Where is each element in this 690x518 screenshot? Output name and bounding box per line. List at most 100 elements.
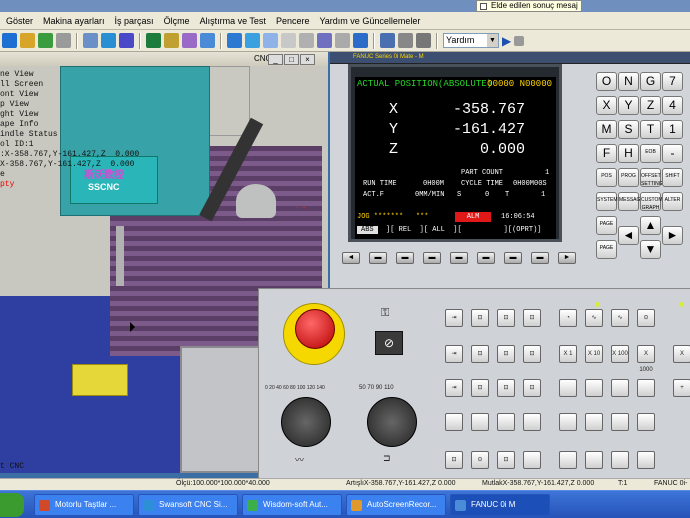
key-n[interactable]: N [618, 72, 639, 91]
mirror-icon[interactable] [281, 33, 296, 48]
key-prog[interactable]: PROG [618, 168, 639, 187]
step-x100-button[interactable]: X 100 [611, 345, 629, 363]
close-button[interactable]: × [300, 54, 315, 65]
play-icon[interactable]: ▶ [502, 34, 511, 48]
key-page-up[interactable]: PAGE [596, 216, 617, 235]
softkey-7-button[interactable]: ▬ [531, 252, 549, 264]
cube-icon[interactable] [227, 33, 242, 48]
plus-button[interactable]: + [673, 379, 690, 397]
maximize-button[interactable]: □ [284, 54, 299, 65]
block-skip-button[interactable]: ∿ [585, 309, 603, 327]
softkey-5-button[interactable]: ▬ [477, 252, 495, 264]
chuck-icon[interactable] [182, 33, 197, 48]
softkey-4-button[interactable]: ▬ [450, 252, 468, 264]
key-h[interactable]: H [618, 144, 639, 163]
key-system[interactable]: SYSTEM [596, 192, 618, 211]
cut-icon[interactable] [353, 33, 368, 48]
settings-icon[interactable] [398, 33, 413, 48]
iso-view-icon[interactable] [101, 33, 116, 48]
menu-is-parcasi[interactable]: İş parçası [115, 16, 154, 26]
key-shift[interactable]: SHIFT [662, 168, 683, 187]
tool-icon[interactable] [164, 33, 179, 48]
program-protect-switch[interactable]: ⊘ [375, 331, 403, 355]
help-select[interactable]: Yardım ▼ [443, 33, 499, 48]
key-m[interactable]: M [596, 120, 617, 139]
key-g[interactable]: G [640, 72, 661, 91]
blank-button[interactable] [585, 451, 603, 469]
m00-button[interactable]: ⊡ [497, 451, 515, 469]
blank-button[interactable] [445, 413, 463, 431]
key-t[interactable]: T [640, 120, 661, 139]
blank-button[interactable] [559, 451, 577, 469]
blank-button[interactable] [559, 413, 577, 431]
softkey-1-button[interactable]: ▬ [369, 252, 387, 264]
blank-button[interactable] [559, 379, 577, 397]
softkey-2-button[interactable]: ▬ [396, 252, 414, 264]
fit-icon[interactable] [56, 33, 71, 48]
tool-change-button[interactable]: ⊡ [523, 379, 541, 397]
pan-icon[interactable] [20, 33, 35, 48]
feed-override-knob[interactable] [281, 397, 331, 447]
softkey-3-button[interactable]: ▬ [423, 252, 441, 264]
blank-button[interactable] [585, 379, 603, 397]
softkey-right-button[interactable]: ► [558, 252, 576, 264]
probe-icon[interactable] [299, 33, 314, 48]
key-z[interactable]: Z [640, 96, 661, 115]
key-page-down[interactable]: PAGE [596, 240, 617, 259]
blank-button[interactable] [585, 413, 603, 431]
task-autoscreenrecorder[interactable]: AutoScreenRecor... [346, 494, 446, 516]
feed-hold-button[interactable]: ⊙ [471, 451, 489, 469]
sphere-icon[interactable] [245, 33, 260, 48]
blank-button[interactable] [523, 413, 541, 431]
key-alter[interactable]: ALTER [662, 192, 683, 211]
blank-button[interactable] [611, 379, 629, 397]
key-7[interactable]: 7 [662, 72, 683, 91]
blank-button[interactable] [637, 379, 655, 397]
blank-button[interactable] [611, 451, 629, 469]
pen-icon[interactable] [119, 33, 134, 48]
key-x[interactable]: X [596, 96, 617, 115]
blank-button[interactable] [637, 451, 655, 469]
arrow-right-icon[interactable]: ► [662, 226, 683, 245]
menu-pencere[interactable]: Pencere [276, 16, 310, 26]
spindle-override-knob[interactable] [367, 397, 417, 447]
measure-icon[interactable] [200, 33, 215, 48]
key-pos[interactable]: POS [596, 168, 617, 187]
dnc-mode-button[interactable]: ⊡ [523, 309, 541, 327]
ref-return-button[interactable]: ⇥ [445, 345, 463, 363]
arrow-left-icon[interactable]: ◄ [618, 226, 639, 245]
single-block-button[interactable]: ◔ [559, 309, 577, 327]
auto-mode-button[interactable]: ⊡ [471, 309, 489, 327]
arrow-down-icon[interactable]: ▼ [640, 240, 661, 259]
coolant-icon[interactable] [146, 33, 161, 48]
path-icon[interactable] [317, 33, 332, 48]
rotate-icon[interactable] [38, 33, 53, 48]
screen-icon[interactable] [416, 33, 431, 48]
dry-run-button[interactable]: ⊙ [637, 309, 655, 327]
mdi-mode-button[interactable]: ⊡ [497, 309, 515, 327]
blank-button[interactable] [637, 413, 655, 431]
prog-restart-button[interactable]: ⇥ [445, 379, 463, 397]
task-motorlu[interactable]: Motorlu Taştlar ... [34, 494, 134, 516]
zoom-icon[interactable] [2, 33, 17, 48]
jog-button[interactable]: ⊡ [471, 345, 489, 363]
key-o[interactable]: O [596, 72, 617, 91]
menu-alistirma[interactable]: Alıştırma ve Test [200, 16, 266, 26]
menu-yardim[interactable]: Yardım ve Güncellemeler [319, 16, 420, 26]
task-swansoft[interactable]: Swansoft CNC Si... [138, 494, 238, 516]
blank-button[interactable] [471, 413, 489, 431]
step-x10-button[interactable]: X 10 [585, 345, 603, 363]
wire-icon[interactable] [263, 33, 278, 48]
blank-button[interactable] [523, 451, 541, 469]
coolant-button[interactable]: ⊡ [497, 379, 515, 397]
minimize-button[interactable]: _ [268, 54, 283, 65]
key-minus[interactable]: - [662, 144, 683, 163]
inc-button[interactable]: ⊡ [497, 345, 515, 363]
view-select-icon[interactable] [83, 33, 98, 48]
start-button[interactable] [0, 493, 24, 517]
key-eob[interactable]: EOB [640, 144, 661, 163]
blank-button[interactable] [611, 413, 629, 431]
softkey-6-button[interactable]: ▬ [504, 252, 522, 264]
key-s[interactable]: S [618, 120, 639, 139]
key-f[interactable]: F [596, 144, 617, 163]
